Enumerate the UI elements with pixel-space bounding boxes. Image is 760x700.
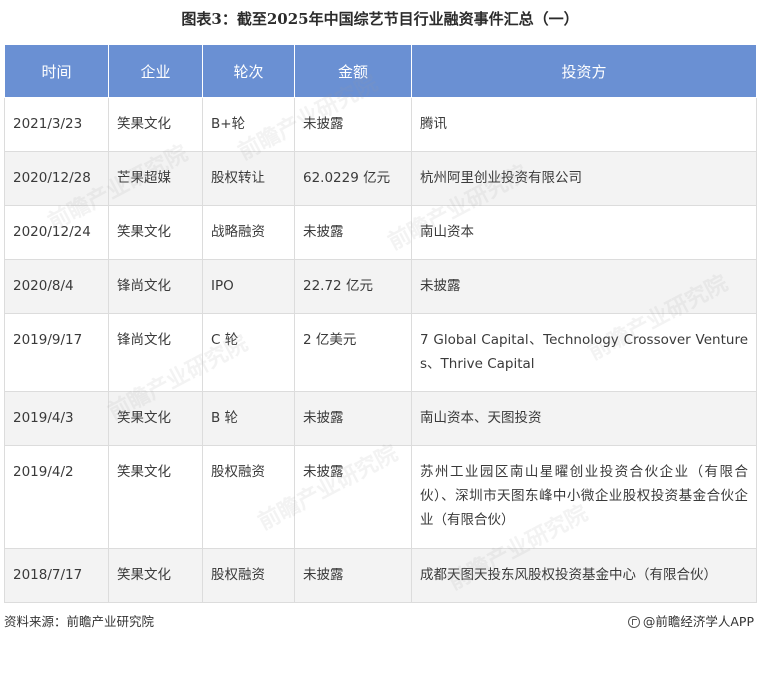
cell-amount: 未披露 bbox=[294, 445, 412, 549]
cell-time: 2021/3/23 bbox=[4, 97, 109, 152]
table-row: 2021/3/23 笑果文化 B+轮 未披露 腾讯 bbox=[4, 97, 757, 152]
cell-investor: 成都天图天投东风股权投资基金中心（有限合伙） bbox=[411, 548, 757, 603]
cell-company: 芒果超媒 bbox=[108, 151, 203, 206]
cell-company: 笑果文化 bbox=[108, 391, 203, 446]
cell-amount: 未披露 bbox=[294, 391, 412, 446]
cell-round: B 轮 bbox=[202, 391, 295, 446]
header-amount: 金额 bbox=[294, 45, 412, 98]
table-row: 2020/12/28 芒果超媒 股权转让 62.0229 亿元 杭州阿里创业投资… bbox=[4, 151, 757, 206]
page-title: 图表3：截至2025年中国综艺节目行业融资事件汇总（一） bbox=[181, 10, 579, 28]
table-row: 2019/9/17 锋尚文化 C 轮 2 亿美元 7 Global Capita… bbox=[4, 313, 757, 392]
cell-investor: 腾讯 bbox=[411, 97, 757, 152]
cell-amount: 未披露 bbox=[294, 205, 412, 260]
cell-amount: 未披露 bbox=[294, 97, 412, 152]
cell-amount: 未披露 bbox=[294, 548, 412, 603]
table-row: 2018/7/17 笑果文化 股权融资 未披露 成都天图天投东风股权投资基金中心… bbox=[4, 548, 757, 603]
cell-round: C 轮 bbox=[202, 313, 295, 392]
cell-round: 股权融资 bbox=[202, 548, 295, 603]
cell-company: 锋尚文化 bbox=[108, 259, 203, 314]
cell-investor: 杭州阿里创业投资有限公司 bbox=[411, 151, 757, 206]
cell-round: 股权转让 bbox=[202, 151, 295, 206]
table-header-row: 时间 企业 轮次 金额 投资方 bbox=[4, 45, 757, 98]
brand-credit-text: @前瞻经济学人APP bbox=[642, 614, 754, 629]
cell-time: 2019/9/17 bbox=[4, 313, 109, 392]
cell-company: 笑果文化 bbox=[108, 548, 203, 603]
cell-round: IPO bbox=[202, 259, 295, 314]
cell-company: 锋尚文化 bbox=[108, 313, 203, 392]
brand-logo-icon bbox=[627, 616, 640, 628]
cell-round: 战略融资 bbox=[202, 205, 295, 260]
cell-company: 笑果文化 bbox=[108, 445, 203, 549]
header-investor: 投资方 bbox=[411, 45, 757, 98]
cell-time: 2018/7/17 bbox=[4, 548, 109, 603]
header-round: 轮次 bbox=[202, 45, 295, 98]
table-row: 2019/4/2 笑果文化 股权融资 未披露 苏州工业园区南山星曜创业投资合伙企… bbox=[4, 445, 757, 549]
cell-round: B+轮 bbox=[202, 97, 295, 152]
cell-investor: 苏州工业园区南山星曜创业投资合伙企业（有限合伙）、深圳市天图东峰中小微企业股权投… bbox=[411, 445, 757, 549]
cell-amount: 2 亿美元 bbox=[294, 313, 412, 392]
cell-time: 2020/12/28 bbox=[4, 151, 109, 206]
cell-time: 2019/4/3 bbox=[4, 391, 109, 446]
cell-investor: 南山资本 bbox=[411, 205, 757, 260]
cell-amount: 62.0229 亿元 bbox=[294, 151, 412, 206]
cell-round: 股权融资 bbox=[202, 445, 295, 549]
cell-time: 2020/8/4 bbox=[4, 259, 109, 314]
header-company: 企业 bbox=[108, 45, 203, 98]
table-row: 2019/4/3 笑果文化 B 轮 未披露 南山资本、天图投资 bbox=[4, 391, 757, 446]
table-row: 2020/8/4 锋尚文化 IPO 22.72 亿元 未披露 bbox=[4, 259, 757, 314]
source-note: 资料来源：前瞻产业研究院 bbox=[4, 614, 155, 629]
cell-amount: 22.72 亿元 bbox=[294, 259, 412, 314]
header-time: 时间 bbox=[4, 45, 109, 98]
cell-investor: 7 Global Capital、Technology Crossover Ve… bbox=[411, 313, 757, 392]
cell-company: 笑果文化 bbox=[108, 97, 203, 152]
cell-company: 笑果文化 bbox=[108, 205, 203, 260]
cell-time: 2020/12/24 bbox=[4, 205, 109, 260]
cell-investor: 南山资本、天图投资 bbox=[411, 391, 757, 446]
cell-time: 2019/4/2 bbox=[4, 445, 109, 549]
brand-credit: @前瞻经济学人APP bbox=[627, 613, 754, 631]
financing-table: 时间 企业 轮次 金额 投资方 2021/3/23 笑果文化 B+轮 未披露 腾… bbox=[4, 45, 757, 603]
cell-investor: 未披露 bbox=[411, 259, 757, 314]
table-row: 2020/12/24 笑果文化 战略融资 未披露 南山资本 bbox=[4, 205, 757, 260]
